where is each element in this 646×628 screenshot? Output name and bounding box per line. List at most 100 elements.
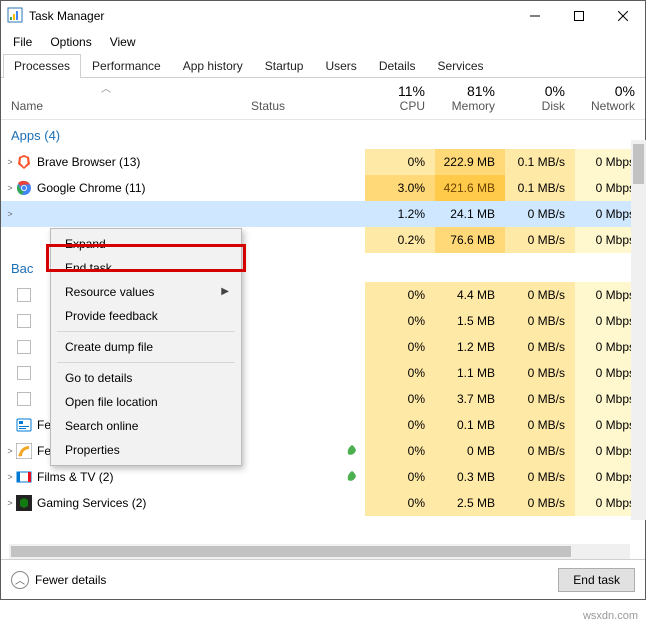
process-icon xyxy=(15,154,33,170)
context-menu-item[interactable]: End task xyxy=(53,256,239,280)
tab-processes[interactable]: Processes xyxy=(3,54,81,78)
disk-cell: 0.1 MB/s xyxy=(505,149,575,175)
memory-cell: 2.5 MB xyxy=(435,490,505,516)
process-icon xyxy=(15,469,33,485)
tab-startup[interactable]: Startup xyxy=(254,54,315,78)
column-name[interactable]: Name xyxy=(1,99,245,119)
disk-cell: 0.1 MB/s xyxy=(505,175,575,201)
context-menu-item[interactable]: Expand xyxy=(53,232,239,256)
process-row[interactable]: >Films & TV (2)0%0.3 MB0 MB/s0 Mbps xyxy=(1,464,645,490)
footer: ︿ Fewer details End task xyxy=(1,559,645,599)
fewer-details-label: Fewer details xyxy=(35,573,106,587)
process-icon xyxy=(15,340,33,354)
disk-cell: 0 MB/s xyxy=(505,386,575,412)
expand-icon[interactable]: > xyxy=(1,498,15,508)
column-network[interactable]: 0%Network xyxy=(575,83,645,119)
fewer-details-button[interactable]: ︿ Fewer details xyxy=(11,571,106,589)
memory-cell: 24.1 MB xyxy=(435,201,505,227)
tab-performance[interactable]: Performance xyxy=(81,54,172,78)
end-task-button[interactable]: End task xyxy=(558,568,635,592)
menu-separator xyxy=(57,362,235,363)
vertical-scrollbar[interactable] xyxy=(631,140,646,520)
menu-options[interactable]: Options xyxy=(42,33,99,51)
column-headers: ︿ Name Status 11%CPU 81%Memory 0%Disk 0%… xyxy=(1,78,645,120)
cpu-cell: 0% xyxy=(365,386,435,412)
expand-icon[interactable]: > xyxy=(1,446,15,456)
expand-icon[interactable]: > xyxy=(1,472,15,482)
disk-cell: 0 MB/s xyxy=(505,412,575,438)
status-icon xyxy=(317,470,365,484)
memory-cell: 222.9 MB xyxy=(435,149,505,175)
tab-app-history[interactable]: App history xyxy=(172,54,254,78)
memory-cell: 0 MB xyxy=(435,438,505,464)
process-icon xyxy=(15,180,33,196)
tab-services[interactable]: Services xyxy=(427,54,495,78)
app-icon xyxy=(7,7,23,26)
memory-cell: 4.4 MB xyxy=(435,282,505,308)
process-name: Google Chrome (11) xyxy=(33,181,317,195)
process-row[interactable]: >Google Chrome (11)3.0%421.6 MB0.1 MB/s0… xyxy=(1,175,645,201)
disk-cell: 0 MB/s xyxy=(505,282,575,308)
cpu-cell: 3.0% xyxy=(365,175,435,201)
process-row[interactable]: >Gaming Services (2)0%2.5 MB0 MB/s0 Mbps xyxy=(1,490,645,516)
memory-cell: 1.2 MB xyxy=(435,334,505,360)
column-memory[interactable]: 81%Memory xyxy=(435,83,505,119)
context-menu-item[interactable]: Open file location xyxy=(53,390,239,414)
process-icon xyxy=(15,288,33,302)
disk-cell: 0 MB/s xyxy=(505,201,575,227)
submenu-arrow-icon: ▶ xyxy=(221,286,229,297)
process-icon xyxy=(15,495,33,511)
disk-cell: 0 MB/s xyxy=(505,438,575,464)
memory-cell: 76.6 MB xyxy=(435,227,505,253)
column-disk[interactable]: 0%Disk xyxy=(505,83,575,119)
menu-file[interactable]: File xyxy=(5,33,40,51)
group-header: Apps (4) xyxy=(1,120,645,149)
cpu-cell: 0% xyxy=(365,464,435,490)
expand-icon[interactable]: > xyxy=(1,183,15,193)
process-icon xyxy=(15,443,33,459)
menubar: File Options View xyxy=(1,31,645,53)
process-icon xyxy=(15,417,33,433)
maximize-button[interactable] xyxy=(557,1,601,31)
cpu-cell: 0% xyxy=(365,308,435,334)
sort-indicator-icon: ︿ xyxy=(101,80,111,95)
memory-cell: 0.1 MB xyxy=(435,412,505,438)
context-menu-item[interactable]: Provide feedback xyxy=(53,304,239,328)
disk-cell: 0 MB/s xyxy=(505,308,575,334)
context-menu-item[interactable]: Create dump file xyxy=(53,335,239,359)
cpu-cell: 0% xyxy=(365,412,435,438)
process-row[interactable]: >Brave Browser (13)0%222.9 MB0.1 MB/s0 M… xyxy=(1,149,645,175)
tab-strip: Processes Performance App history Startu… xyxy=(1,53,645,78)
scrollbar-thumb[interactable] xyxy=(11,546,571,557)
tab-users[interactable]: Users xyxy=(314,54,367,78)
process-icon xyxy=(15,314,33,328)
cpu-cell: 1.2% xyxy=(365,201,435,227)
cpu-cell: 0.2% xyxy=(365,227,435,253)
minimize-button[interactable] xyxy=(513,1,557,31)
disk-cell: 0 MB/s xyxy=(505,490,575,516)
menu-view[interactable]: View xyxy=(102,33,144,51)
process-icon xyxy=(15,392,33,406)
close-button[interactable] xyxy=(601,1,645,31)
watermark: wsxdn.com xyxy=(583,610,638,622)
menu-separator xyxy=(57,331,235,332)
expand-icon[interactable]: > xyxy=(1,209,15,219)
memory-cell: 1.5 MB xyxy=(435,308,505,334)
memory-cell: 1.1 MB xyxy=(435,360,505,386)
context-menu-item[interactable]: Go to details xyxy=(53,366,239,390)
column-status[interactable]: Status xyxy=(245,99,365,119)
cpu-cell: 0% xyxy=(365,334,435,360)
cpu-cell: 0% xyxy=(365,282,435,308)
expand-icon[interactable]: > xyxy=(1,157,15,167)
horizontal-scrollbar[interactable] xyxy=(9,544,630,559)
memory-cell: 0.3 MB xyxy=(435,464,505,490)
process-row[interactable]: >1.2%24.1 MB0 MB/s0 Mbps xyxy=(1,201,645,227)
tab-details[interactable]: Details xyxy=(368,54,427,78)
scrollbar-thumb[interactable] xyxy=(633,144,644,184)
context-menu-item[interactable]: Resource values▶ xyxy=(53,280,239,304)
context-menu-item[interactable]: Properties xyxy=(53,438,239,462)
column-cpu[interactable]: 11%CPU xyxy=(365,83,435,119)
memory-cell: 3.7 MB xyxy=(435,386,505,412)
context-menu-item[interactable]: Search online xyxy=(53,414,239,438)
process-name: Brave Browser (13) xyxy=(33,155,317,169)
